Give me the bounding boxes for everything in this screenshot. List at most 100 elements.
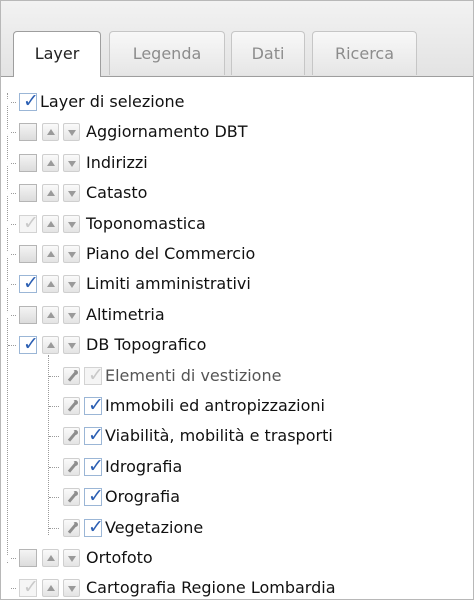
layer-label[interactable]: Catasto [86, 182, 147, 204]
layer-checkbox[interactable] [19, 184, 37, 203]
wrench-icon[interactable] [63, 457, 80, 476]
arrow-down-icon[interactable] [63, 336, 80, 355]
layer-checkbox[interactable]: ✓ [19, 576, 39, 599]
layer-label[interactable]: Cartografia Regione Lombardia [86, 577, 336, 599]
layer-checkbox[interactable]: ✓ [84, 515, 104, 538]
sublayer-label[interactable]: Viabilità, mobilità e trasporti [105, 425, 333, 447]
expand-icon[interactable] [3, 247, 11, 261]
check-icon: ✓ [88, 515, 104, 538]
arrow-up-icon[interactable] [42, 245, 59, 263]
wrench-head [73, 369, 78, 375]
layer-checkbox[interactable]: ✓ [84, 363, 104, 386]
expand-icon[interactable] [3, 307, 11, 322]
check-icon: ✓ [88, 485, 104, 508]
layer-label[interactable]: DB Topografico [86, 334, 206, 356]
sublayer-row: ✓ Viabilità, mobilità e trasporti [1, 423, 473, 451]
arrow-down-icon[interactable] [63, 549, 80, 567]
layer-checkbox[interactable]: ✓ [19, 211, 39, 234]
sublayer-row: ✓ Vegetazione [1, 515, 473, 543]
wrench-icon[interactable] [63, 488, 80, 507]
check-icon: ✓ [88, 363, 104, 386]
wrench-icon[interactable] [63, 427, 80, 446]
expand-icon[interactable] [3, 95, 11, 109]
layer-checkbox[interactable]: ✓ [19, 90, 39, 112]
arrow-down-icon[interactable] [63, 305, 80, 324]
check-icon: ✓ [23, 272, 39, 295]
wrench-icon[interactable] [63, 366, 80, 385]
arrow-up-icon[interactable] [42, 275, 59, 294]
layer-checkbox[interactable] [19, 245, 37, 263]
expand-icon[interactable] [3, 125, 11, 140]
check-icon: ✓ [23, 211, 39, 234]
arrow-down-icon[interactable] [63, 153, 80, 172]
layer-checkbox[interactable]: ✓ [84, 394, 104, 416]
tab-dati[interactable]: Dati [231, 31, 305, 75]
layer-row: Indirizzi [1, 150, 473, 178]
check-icon: ✓ [23, 576, 39, 599]
sublayer-label[interactable]: Orografia [105, 486, 180, 508]
tab-legenda[interactable]: Legenda [109, 31, 225, 75]
arrow-up-icon[interactable] [42, 549, 59, 567]
arrow-up-icon[interactable] [42, 123, 59, 142]
layer-checkbox[interactable] [19, 305, 37, 324]
layer-label[interactable]: Piano del Commercio [86, 243, 255, 265]
sublayer-label[interactable]: Vegetazione [105, 517, 203, 539]
row-connector [49, 497, 59, 499]
sublayer-label[interactable]: Immobili ed antropizzazioni [105, 395, 325, 417]
sublayer-label[interactable]: Idrografia [105, 456, 182, 478]
expand-icon[interactable] [3, 216, 11, 231]
arrow-up-icon[interactable] [42, 579, 59, 598]
layer-label[interactable]: Indirizzi [86, 152, 148, 174]
layer-checkbox[interactable] [19, 549, 37, 567]
layer-label[interactable]: Aggiornamento DBT [86, 121, 248, 143]
arrow-up-icon[interactable] [42, 214, 59, 233]
sublayer-label[interactable]: Elementi di vestizione [105, 365, 281, 387]
layer-label[interactable]: Limiti amministrativi [86, 273, 251, 295]
arrow-up-icon[interactable] [42, 305, 59, 324]
arrow-down-icon[interactable] [63, 579, 80, 598]
tab-bar: Layer Legenda Dati Ricerca [1, 1, 473, 77]
layer-checkbox[interactable]: ✓ [84, 424, 104, 446]
layer-row: Catasto [1, 180, 473, 208]
arrow-down-icon[interactable] [63, 275, 80, 294]
layer-checkbox[interactable]: ✓ [19, 272, 39, 295]
arrow-up-icon[interactable] [42, 184, 59, 203]
wrench-icon[interactable] [63, 518, 80, 537]
layer-row: ✓ Layer di selezione [1, 89, 473, 117]
layer-checkbox[interactable]: ✓ [84, 485, 104, 508]
check-icon: ✓ [23, 90, 39, 112]
tab-ricerca[interactable]: Ricerca [312, 31, 417, 75]
wrench-head [73, 460, 78, 466]
layer-checkbox[interactable] [19, 153, 37, 172]
wrench-icon[interactable] [63, 397, 80, 415]
layer-row: ✓ Cartografia Regione Lombardia [1, 575, 473, 603]
layer-row: Piano del Commercio [1, 241, 473, 269]
layer-label[interactable]: Layer di selezione [40, 91, 184, 113]
arrow-down-icon[interactable] [63, 123, 80, 142]
layer-label[interactable]: Altimetria [86, 304, 165, 326]
check-icon: ✓ [88, 454, 104, 477]
tab-layer[interactable]: Layer [13, 31, 101, 77]
layer-checkbox[interactable] [19, 123, 37, 142]
layer-checkbox[interactable]: ✓ [19, 333, 39, 356]
wrench-head [73, 400, 78, 405]
expand-icon[interactable] [3, 581, 11, 596]
sublayer-row: ✓ Orografia [1, 484, 473, 512]
expand-icon[interactable] [3, 551, 11, 565]
expand-icon[interactable] [3, 186, 11, 201]
expand-icon[interactable] [3, 277, 11, 292]
arrow-up-icon[interactable] [42, 153, 59, 172]
arrow-down-icon[interactable] [63, 214, 80, 233]
arrow-down-icon[interactable] [63, 245, 80, 263]
check-icon: ✓ [23, 333, 39, 356]
layer-label[interactable]: Toponomastica [86, 213, 206, 235]
layer-checkbox[interactable]: ✓ [84, 454, 104, 477]
layer-label[interactable]: Ortofoto [86, 547, 153, 569]
arrow-down-icon[interactable] [63, 184, 80, 203]
wrench-head [73, 491, 78, 497]
collapse-icon[interactable] [3, 339, 15, 349]
layer-row: Aggiornamento DBT [1, 119, 473, 147]
layer-panel: Layer Legenda Dati Ricerca ✓ Layer di sel… [0, 0, 474, 600]
expand-icon[interactable] [3, 155, 11, 170]
arrow-up-icon[interactable] [42, 336, 59, 355]
